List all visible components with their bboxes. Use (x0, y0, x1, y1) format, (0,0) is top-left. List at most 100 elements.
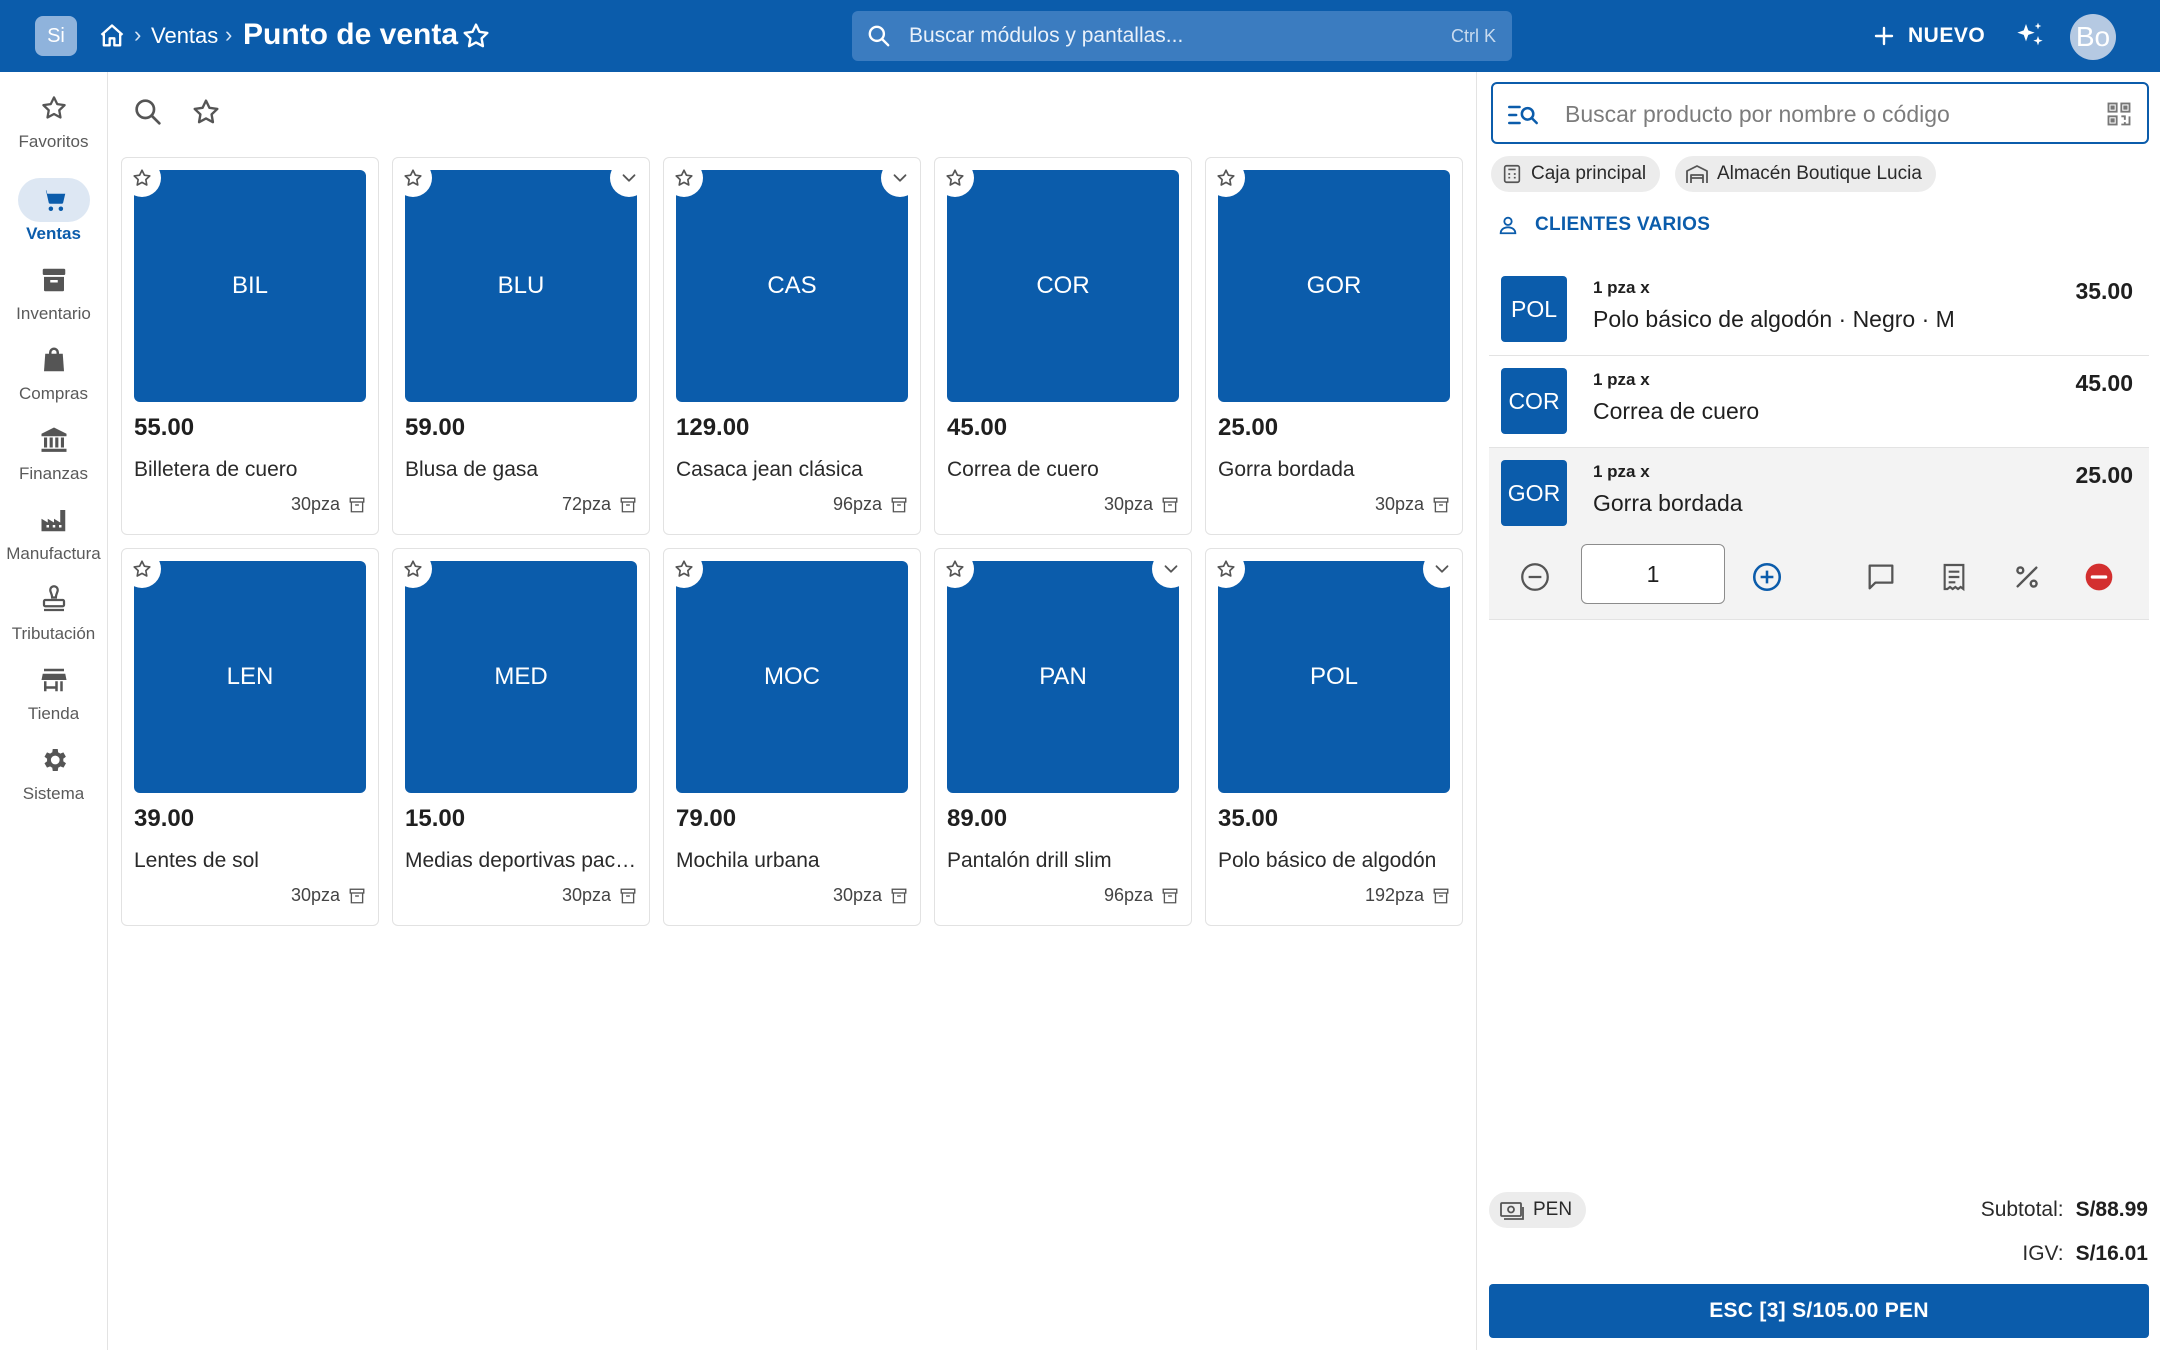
comment-icon[interactable] (1861, 557, 1901, 597)
archive-icon (619, 887, 637, 905)
percent-icon[interactable] (2007, 557, 2047, 597)
nav-label: Tributación (11, 624, 96, 643)
stamp-icon (18, 578, 90, 622)
quantity-input[interactable]: 1 (1581, 544, 1725, 604)
search-icon[interactable] (132, 96, 164, 128)
subtotal-value: S/88.99 (2075, 1198, 2148, 1221)
favorite-star-icon[interactable] (460, 20, 492, 52)
nav-item-manufactura[interactable]: Manufactura (0, 498, 107, 564)
user-avatar[interactable]: Bo (2070, 14, 2116, 60)
favorite-star-icon[interactable] (394, 159, 432, 197)
nav-label: Manufactura (6, 544, 101, 563)
product-card[interactable]: COR 45.00 Correa de cuero 30pza (934, 157, 1192, 535)
warehouse-label: Almacén Boutique Lucia (1717, 163, 1922, 184)
chevron-down-icon[interactable] (1423, 550, 1461, 588)
favorite-star-icon[interactable] (123, 550, 161, 588)
product-card[interactable]: MOC 79.00 Mochila urbana 30pza (663, 548, 921, 926)
app-switcher-badge[interactable]: Si (35, 16, 77, 56)
nav-item-tienda[interactable]: Tienda (0, 658, 107, 724)
gear-icon (18, 738, 90, 782)
cart-line[interactable]: COR 1 pza x Correa de cuero 45.00 (1489, 356, 2149, 448)
archive-icon (890, 887, 908, 905)
product-thumbnail: GOR (1218, 170, 1450, 402)
favorite-star-icon[interactable] (936, 159, 974, 197)
favorite-star-icon[interactable] (1207, 550, 1245, 588)
new-button[interactable]: NUEVO (1872, 18, 1985, 54)
product-card[interactable]: CAS 129.00 Casaca jean clásica 96pza (663, 157, 921, 535)
checkout-button[interactable]: ESC [3] S/105.00 PEN (1489, 1284, 2149, 1338)
cart-line-selected[interactable]: GOR 1 pza x Gorra bordada 25.00 (1489, 448, 2149, 536)
qr-scan-icon[interactable] (2105, 100, 2133, 128)
product-stock: 30pza (833, 885, 908, 906)
product-name: Gorra bordada (1218, 458, 1355, 481)
cart-panel: Buscar producto por nombre o código Caja… (1476, 72, 2160, 1350)
product-stock: 30pza (291, 885, 366, 906)
nav-item-ventas[interactable]: Ventas (0, 178, 107, 244)
nav-item-inventario[interactable]: Inventario (0, 258, 107, 324)
stock-value: 30pza (561, 885, 611, 905)
product-card[interactable]: BIL 55.00 Billetera de cuero 30pza (121, 157, 379, 535)
product-price: 39.00 (134, 805, 195, 832)
nav-item-compras[interactable]: Compras (0, 338, 107, 404)
receipt-icon[interactable] (1934, 557, 1974, 597)
nav-label: Ventas (26, 224, 81, 243)
nav-item-tributacion[interactable]: Tributación (0, 578, 107, 644)
cart-line-thumbnail: COR (1501, 368, 1567, 434)
favorite-star-icon[interactable] (394, 550, 432, 588)
home-icon[interactable] (96, 20, 128, 52)
currency-chip[interactable]: PEN (1489, 1192, 1587, 1228)
register-chip[interactable]: Caja principal (1491, 156, 1661, 192)
product-price: 45.00 (947, 414, 1008, 441)
product-card[interactable]: LEN 39.00 Lentes de sol 30pza (121, 548, 379, 926)
product-name: Pantalón drill slim (947, 849, 1112, 872)
archive-icon (18, 258, 90, 302)
product-name: Blusa de gasa (405, 458, 539, 481)
increment-icon[interactable] (1747, 557, 1787, 597)
product-card[interactable]: BLU 59.00 Blusa de gasa 72pza (392, 157, 650, 535)
nav-label: Sistema (22, 784, 85, 803)
left-navigation-rail: Favoritos Ventas Inventario Compras Fina… (0, 72, 108, 1350)
nav-item-favoritos[interactable]: Favoritos (0, 86, 107, 152)
nav-item-sistema[interactable]: Sistema (0, 738, 107, 804)
nav-item-finanzas[interactable]: Finanzas (0, 418, 107, 484)
product-card[interactable]: PAN 89.00 Pantalón drill slim 96pza (934, 548, 1192, 926)
product-price: 25.00 (1218, 414, 1279, 441)
warehouse-icon (1686, 165, 1708, 183)
customer-selector[interactable]: CLIENTES VARIOS (1497, 214, 1710, 236)
product-search-placeholder: Buscar producto por nombre o código (1565, 101, 1950, 127)
breadcrumb-ventas[interactable]: Ventas (151, 23, 218, 49)
product-thumbnail: CAS (676, 170, 908, 402)
archive-icon (1432, 887, 1450, 905)
archive-icon (619, 496, 637, 514)
sparkle-icon[interactable] (2014, 20, 2046, 52)
chevron-down-icon[interactable] (1152, 550, 1190, 588)
cart-line-name: Correa de cuero (1593, 398, 1760, 424)
cart-line[interactable]: POL 1 pza x Polo básico de algodón · Neg… (1489, 264, 2149, 356)
chevron-down-icon[interactable] (881, 159, 919, 197)
currency-code: PEN (1533, 1199, 1573, 1220)
favorite-star-icon[interactable] (1207, 159, 1245, 197)
product-card[interactable]: GOR 25.00 Gorra bordada 30pza (1205, 157, 1463, 535)
favorites-filter-star-icon[interactable] (190, 96, 222, 128)
stock-value: 30pza (1374, 494, 1424, 514)
product-card[interactable]: MED 15.00 Medias deportivas pack x3 30pz… (392, 548, 650, 926)
product-name: Medias deportivas pack x3 (405, 849, 641, 872)
favorite-star-icon[interactable] (936, 550, 974, 588)
chevron-down-icon[interactable] (610, 159, 648, 197)
product-card[interactable]: POL 35.00 Polo básico de algodón 192pza (1205, 548, 1463, 926)
decrement-icon[interactable] (1515, 557, 1555, 597)
favorite-star-icon[interactable] (665, 550, 703, 588)
product-price: 79.00 (676, 805, 737, 832)
warehouse-chip[interactable]: Almacén Boutique Lucia (1675, 156, 1936, 192)
product-stock: 30pza (1375, 494, 1450, 515)
global-search-field[interactable]: Buscar módulos y pantallas... Ctrl K (852, 11, 1512, 61)
archive-icon (1161, 496, 1179, 514)
archive-icon (348, 496, 366, 514)
cart-line-qty: 1 pza x (1593, 462, 1650, 481)
remove-line-icon[interactable] (2079, 557, 2119, 597)
favorite-star-icon[interactable] (123, 159, 161, 197)
customer-name: CLIENTES VARIOS (1535, 214, 1711, 235)
tax-value: S/16.01 (2075, 1242, 2148, 1265)
product-search-field[interactable]: Buscar producto por nombre o código (1491, 82, 2149, 144)
favorite-star-icon[interactable] (665, 159, 703, 197)
